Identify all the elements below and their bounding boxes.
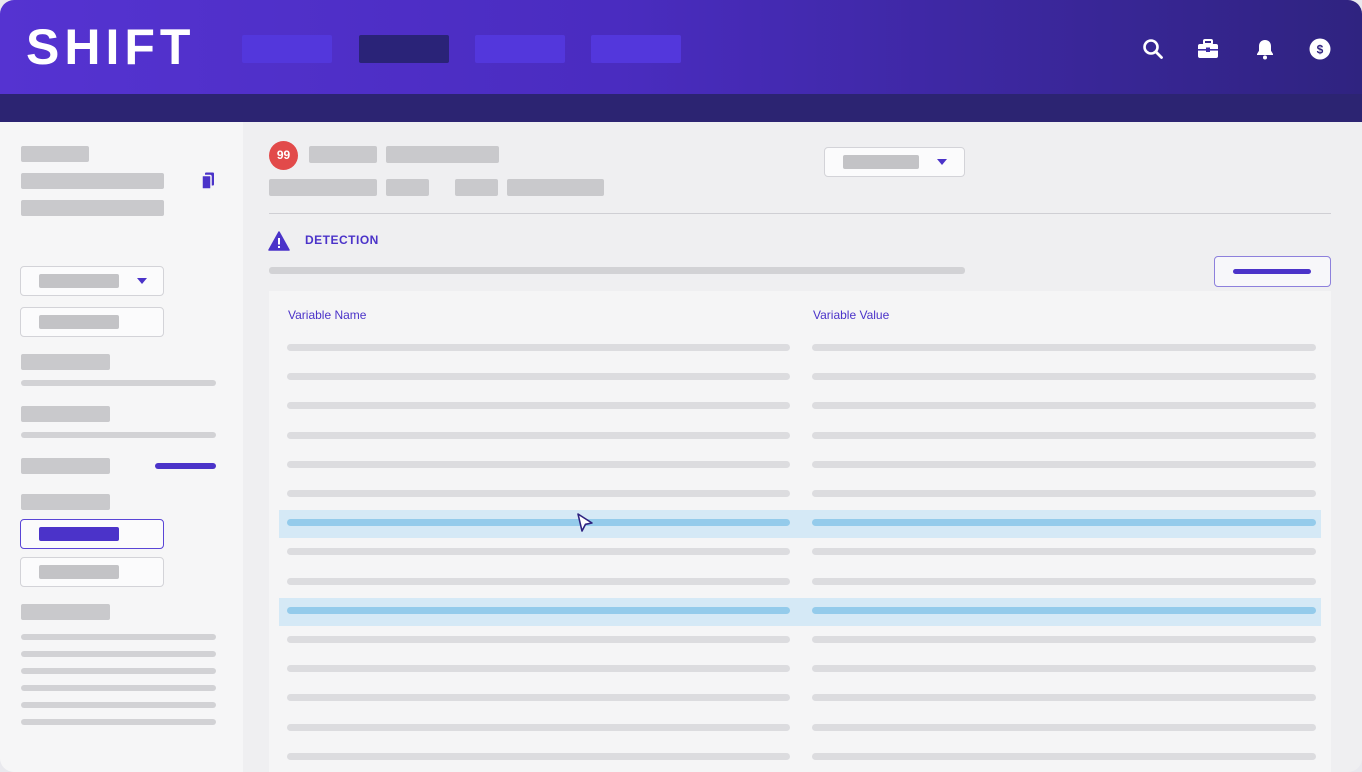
sidebar-line-placeholder	[21, 685, 216, 691]
column-header-value[interactable]: Variable Value	[813, 308, 889, 322]
table-cell-value	[812, 636, 1316, 643]
description-placeholder	[269, 267, 965, 274]
table-cell-name	[287, 724, 790, 731]
app-window: SHIFT $ 99 DETECTION Variable Name Varia…	[0, 0, 1362, 772]
sidebar-label-placeholder	[21, 406, 110, 422]
table-cell-name	[287, 461, 790, 468]
header-subbar	[0, 94, 1362, 122]
column-header-name[interactable]: Variable Name	[288, 308, 366, 322]
meta-placeholder	[386, 179, 429, 196]
table-cell-name	[287, 373, 790, 380]
sidebar-option[interactable]	[20, 557, 164, 587]
dropdown-value-placeholder	[843, 155, 919, 169]
table-cell-name	[287, 578, 790, 585]
title-placeholder	[386, 146, 499, 163]
meta-placeholder	[269, 179, 377, 196]
table-cell-name	[287, 665, 790, 672]
sidebar-line-placeholder	[21, 432, 216, 438]
sidebar	[0, 122, 243, 772]
nav-tab-2[interactable]	[359, 35, 449, 63]
table-cell-value	[812, 607, 1316, 614]
option-value-placeholder	[39, 527, 119, 541]
table-cell-value	[812, 461, 1316, 468]
meta-placeholder	[455, 179, 498, 196]
table-cell-value	[812, 373, 1316, 380]
toolbox-icon[interactable]	[1196, 37, 1220, 61]
sidebar-option-selected[interactable]	[20, 519, 164, 549]
table-cell-name	[287, 753, 790, 760]
table-cell-value	[812, 432, 1316, 439]
sidebar-line-placeholder	[21, 719, 216, 725]
sidebar-line-placeholder	[21, 634, 216, 640]
bell-icon[interactable]	[1253, 37, 1277, 61]
main-dropdown[interactable]	[824, 147, 965, 177]
warning-icon	[268, 231, 290, 251]
table-cell-value	[812, 753, 1316, 760]
title-placeholder	[309, 146, 377, 163]
sidebar-text-placeholder	[21, 200, 164, 216]
table-cell-value	[812, 665, 1316, 672]
table-cell-value	[812, 402, 1316, 409]
table-cell-name	[287, 607, 790, 614]
sidebar-label-placeholder	[21, 604, 110, 620]
sidebar-line-placeholder	[21, 651, 216, 657]
sidebar-line-placeholder	[21, 702, 216, 708]
top-header: SHIFT $	[0, 0, 1362, 94]
sidebar-accent-link[interactable]	[155, 463, 216, 469]
section-divider	[269, 213, 1331, 214]
table-cell-value	[812, 548, 1316, 555]
sidebar-input[interactable]	[20, 307, 164, 337]
table-cell-name	[287, 490, 790, 497]
table-cell-value	[812, 490, 1316, 497]
meta-placeholder	[507, 179, 604, 196]
table-cell-name	[287, 548, 790, 555]
table-cell-value	[812, 694, 1316, 701]
nav-tab-1[interactable]	[242, 35, 332, 63]
option-value-placeholder	[39, 565, 119, 579]
input-value-placeholder	[39, 315, 119, 329]
dollar-icon[interactable]: $	[1308, 37, 1332, 61]
copy-icon[interactable]	[201, 172, 215, 190]
mouse-cursor-icon	[575, 512, 595, 534]
nav-tab-4[interactable]	[591, 35, 681, 63]
sidebar-dropdown[interactable]	[20, 266, 164, 296]
table-cell-value	[812, 519, 1316, 526]
sidebar-text-placeholder	[21, 173, 164, 189]
dropdown-value-placeholder	[39, 274, 119, 288]
count-badge: 99	[269, 141, 298, 170]
sidebar-line-placeholder	[21, 668, 216, 674]
table-cell-value	[812, 578, 1316, 585]
section-title: DETECTION	[305, 233, 379, 247]
sidebar-heading-placeholder	[21, 146, 89, 162]
sidebar-label-placeholder	[21, 354, 110, 370]
nav-tab-3[interactable]	[475, 35, 565, 63]
sidebar-line-placeholder	[21, 380, 216, 386]
table-cell-name	[287, 636, 790, 643]
search-icon[interactable]	[1141, 37, 1165, 61]
button-label-placeholder	[1233, 269, 1311, 274]
sidebar-label-placeholder	[21, 458, 110, 474]
table-cell-name	[287, 344, 790, 351]
table-cell-name	[287, 402, 790, 409]
table-cell-value	[812, 724, 1316, 731]
shift-logo[interactable]: SHIFT	[26, 22, 195, 72]
table-cell-value	[812, 344, 1316, 351]
action-button[interactable]	[1214, 256, 1331, 287]
chevron-down-icon	[937, 159, 947, 165]
sidebar-label-placeholder	[21, 494, 110, 510]
svg-text:$: $	[1317, 42, 1324, 56]
chevron-down-icon	[137, 278, 147, 284]
table-cell-name	[287, 432, 790, 439]
table-cell-name	[287, 694, 790, 701]
table-cell-name	[287, 519, 790, 526]
